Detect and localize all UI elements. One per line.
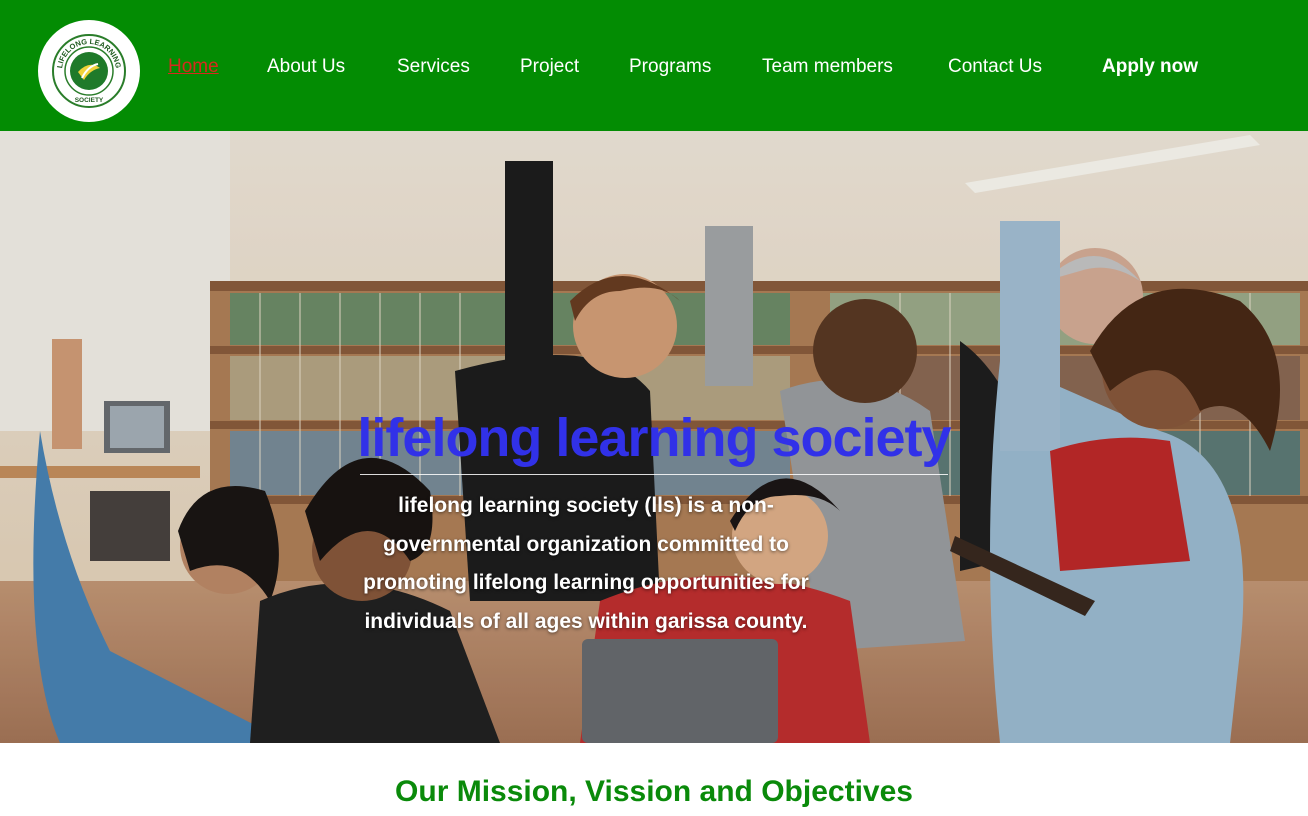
nav-project[interactable]: Project (520, 54, 579, 80)
hero-divider (360, 474, 948, 475)
logo-emblem-icon: LIFELONG LEARNING SOCIETY (52, 34, 126, 108)
nav-contact-us[interactable]: Contact Us (948, 54, 1042, 80)
hero-title: lifelong learning society (357, 408, 951, 468)
nav-programs[interactable]: Programs (629, 54, 711, 80)
hero-section: lifelong learning society lifelong learn… (0, 131, 1308, 743)
apply-now-button[interactable]: Apply now (1102, 54, 1198, 80)
nav-services[interactable]: Services (397, 54, 470, 80)
nav-team-members[interactable]: Team members (762, 54, 893, 80)
nav-about-us[interactable]: About Us (267, 54, 345, 80)
society-logo[interactable]: LIFELONG LEARNING SOCIETY (38, 20, 140, 122)
hero-description: lifelong learning society (lls) is a non… (363, 494, 809, 633)
mission-section-heading: Our Mission, Vission and Objectives (395, 775, 913, 808)
logo-bottom-text: SOCIETY (75, 97, 104, 104)
nav-home[interactable]: Home (168, 54, 219, 80)
top-navbar: LIFELONG LEARNING SOCIETY Home About Us … (0, 0, 1308, 131)
